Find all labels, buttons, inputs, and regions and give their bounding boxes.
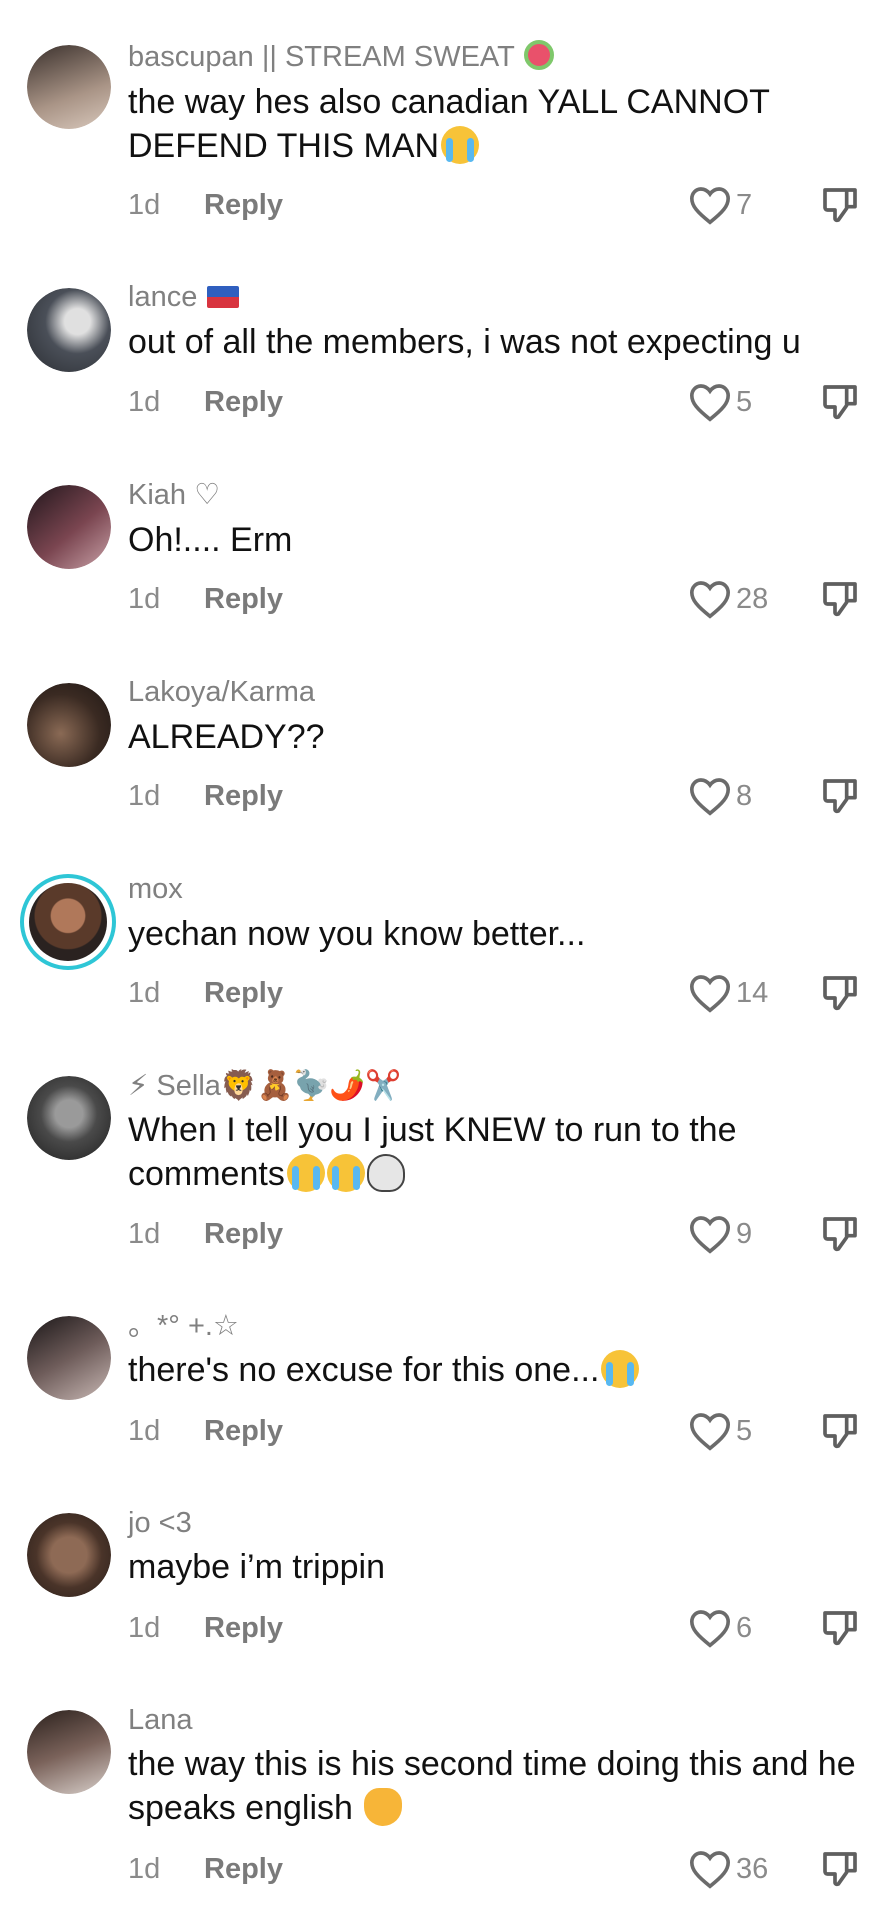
like-count: 5 <box>736 1415 753 1447</box>
heart-icon <box>689 384 731 422</box>
like-button[interactable] <box>688 185 732 225</box>
comment-text: out of all the members, i was not expect… <box>128 323 801 361</box>
comment-text: ALREADY?? <box>128 718 325 756</box>
thumbs-down-icon <box>823 1611 857 1646</box>
avatar[interactable] <box>27 1316 111 1400</box>
username[interactable]: bascupan || STREAM SWEAT <box>128 40 555 74</box>
dislike-button[interactable] <box>820 382 860 422</box>
comment-time: 1d <box>128 780 161 812</box>
heart-icon <box>689 581 731 619</box>
reply-button[interactable]: Reply <box>204 1414 283 1448</box>
like-button[interactable] <box>688 382 732 422</box>
thumbs-down-icon <box>823 1217 857 1252</box>
avatar[interactable] <box>27 485 111 569</box>
dislike-button[interactable] <box>820 579 860 619</box>
reply-button[interactable]: Reply <box>204 1852 283 1886</box>
like-button[interactable] <box>688 1411 732 1451</box>
avatar[interactable] <box>27 45 111 129</box>
cat-joy-emoji <box>364 1788 403 1826</box>
watermelon-emoji <box>524 40 555 70</box>
like-button[interactable] <box>688 1849 732 1889</box>
comment-time: 1d <box>128 386 161 418</box>
comment-text: maybe i’m trippin <box>128 1548 385 1586</box>
avatar[interactable] <box>27 1076 111 1160</box>
avatar[interactable] <box>27 1513 111 1597</box>
reply-button[interactable]: Reply <box>204 779 283 813</box>
avatar[interactable] <box>27 683 111 767</box>
username[interactable]: mox <box>128 872 183 906</box>
username[interactable]: Kiah ♡ <box>128 478 220 512</box>
username[interactable]: Lakoya/Karma <box>128 675 315 709</box>
comment-time: 1d <box>128 1612 161 1644</box>
heart-icon <box>689 1610 731 1648</box>
heart-icon <box>689 187 731 225</box>
comment-text: the way hes also canadian YALL CANNOT DE… <box>128 83 770 165</box>
skull-emoji <box>366 1154 405 1192</box>
comment-time: 1d <box>128 1853 161 1885</box>
comment-text: yechan now you know better... <box>128 915 586 953</box>
comment-time: 1d <box>128 1415 161 1447</box>
like-button[interactable] <box>688 776 732 816</box>
dislike-button[interactable] <box>820 1411 860 1451</box>
comment-text: there's no excuse for this one... <box>128 1348 868 1392</box>
avatar[interactable] <box>27 1710 111 1794</box>
like-count: 6 <box>736 1612 753 1644</box>
like-count: 36 <box>736 1853 769 1885</box>
heart-icon <box>689 1216 731 1254</box>
heart-icon <box>689 778 731 816</box>
reply-button[interactable]: Reply <box>204 1611 283 1645</box>
reply-button[interactable]: Reply <box>204 976 283 1010</box>
username[interactable]: lance <box>128 280 240 314</box>
comment-time: 1d <box>128 977 161 1009</box>
dislike-button[interactable] <box>820 185 860 225</box>
crying-emoji <box>326 1154 365 1192</box>
like-button[interactable] <box>688 1214 732 1254</box>
thumbs-down-icon <box>823 1414 857 1449</box>
like-count: 5 <box>736 386 753 418</box>
heart-icon <box>689 975 731 1013</box>
dislike-button[interactable] <box>820 1214 860 1254</box>
flag-emoji <box>207 286 240 308</box>
like-count: 9 <box>736 1218 753 1250</box>
thumbs-down-icon <box>823 582 857 617</box>
reply-button[interactable]: Reply <box>204 1217 283 1251</box>
username[interactable]: ⚡ Sella🦁🧸🦤🌶️✂️ <box>128 1069 401 1103</box>
username[interactable]: jo <3 <box>128 1506 192 1540</box>
thumbs-down-icon <box>823 976 857 1011</box>
crying-emoji <box>286 1154 325 1192</box>
avatar[interactable] <box>20 874 116 970</box>
reply-button[interactable]: Reply <box>204 582 283 616</box>
username[interactable]: Lana <box>128 1703 193 1737</box>
like-button[interactable] <box>688 973 732 1013</box>
comment-time: 1d <box>128 583 161 615</box>
crying-emoji <box>441 126 480 164</box>
comment-time: 1d <box>128 1218 161 1250</box>
like-count: 8 <box>736 780 753 812</box>
like-button[interactable] <box>688 579 732 619</box>
thumbs-down-icon <box>823 385 857 420</box>
comment-time: 1d <box>128 189 161 221</box>
comment-text: Oh!.... Erm <box>128 521 293 559</box>
comment-text: When I tell you I just KNEW to run to th… <box>128 1111 737 1193</box>
dislike-button[interactable] <box>820 1608 860 1648</box>
reply-button[interactable]: Reply <box>204 385 283 419</box>
dislike-button[interactable] <box>820 776 860 816</box>
like-count: 14 <box>736 977 769 1009</box>
dislike-button[interactable] <box>820 973 860 1013</box>
heart-icon <box>689 1413 731 1451</box>
thumbs-down-icon <box>823 188 857 223</box>
like-button[interactable] <box>688 1608 732 1648</box>
crying-emoji <box>601 1350 640 1388</box>
thumbs-down-icon <box>823 779 857 814</box>
heart-icon <box>689 1851 731 1889</box>
avatar[interactable] <box>27 288 111 372</box>
reply-button[interactable]: Reply <box>204 188 283 222</box>
like-count: 7 <box>736 189 753 221</box>
comment-text: the way this is his second time doing th… <box>128 1745 856 1827</box>
thumbs-down-icon <box>823 1852 857 1887</box>
dislike-button[interactable] <box>820 1849 860 1889</box>
username[interactable]: 。*° +.☆ <box>128 1309 239 1343</box>
like-count: 28 <box>736 583 769 615</box>
